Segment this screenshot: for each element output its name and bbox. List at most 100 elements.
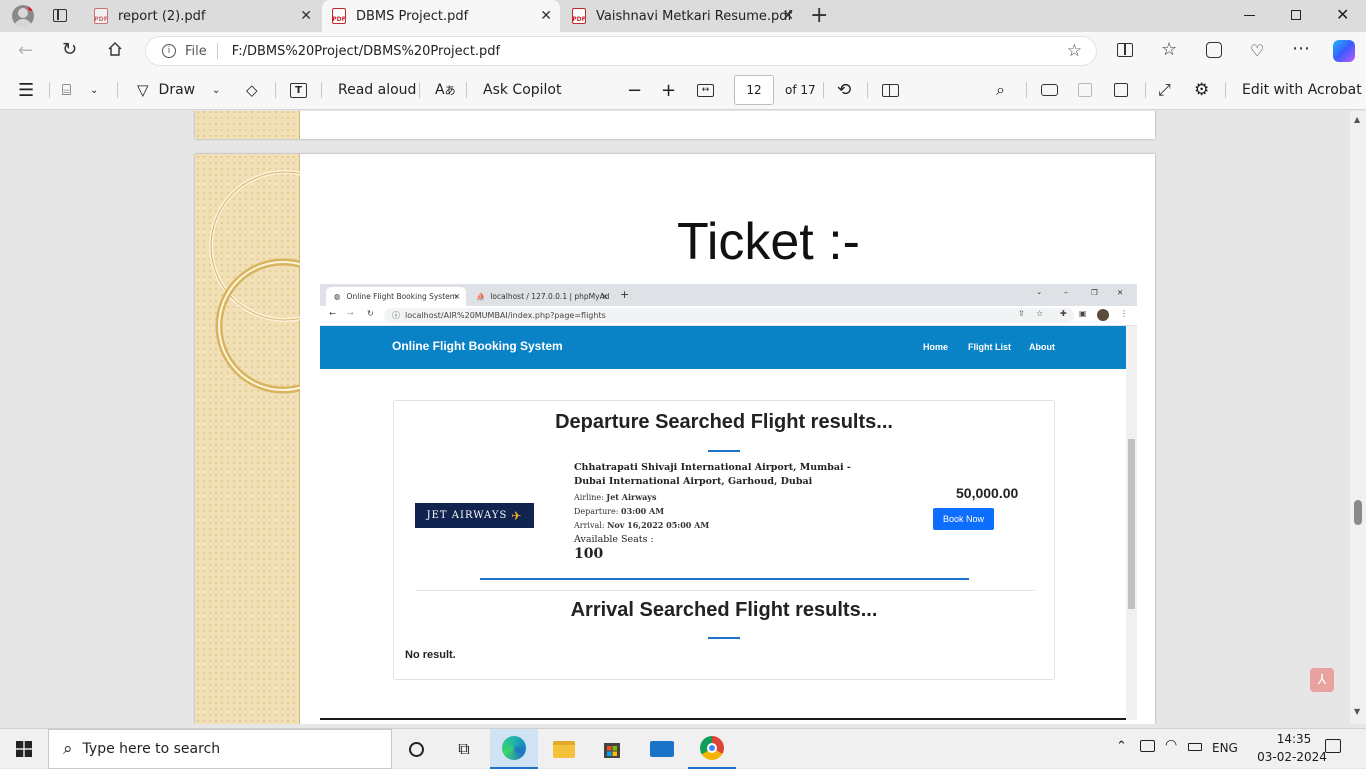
wifi-icon[interactable]: ◠: [1165, 737, 1177, 753]
inner-scrollbar: [1126, 326, 1137, 720]
page-number-input[interactable]: 12: [734, 75, 774, 105]
page-heading: Ticket :-: [677, 213, 860, 271]
file-explorer-icon[interactable]: [540, 729, 588, 769]
page-view-icon[interactable]: [882, 70, 899, 110]
tab-dbms-project-pdf[interactable]: PDF DBMS Project.pdf ✕: [322, 0, 560, 32]
scroll-down-icon[interactable]: ▼: [1354, 707, 1360, 716]
close-icon[interactable]: ✕: [300, 8, 312, 24]
scroll-up-icon[interactable]: ▲: [1354, 115, 1360, 124]
show-hidden-icons[interactable]: ⌃: [1116, 739, 1127, 754]
minimize-button[interactable]: [1244, 15, 1255, 16]
zoom-in-icon[interactable]: +: [661, 70, 676, 110]
restore-button[interactable]: [1291, 10, 1301, 20]
refresh-icon[interactable]: ↻: [62, 39, 77, 60]
back-arrow-icon[interactable]: ←: [18, 40, 33, 61]
task-view-icon[interactable]: ⧉: [440, 729, 488, 769]
fit-width-icon[interactable]: ↔: [697, 70, 714, 110]
acrobat-icon[interactable]: ⅄: [1310, 668, 1334, 692]
edit-with-acrobat-button[interactable]: Edit with Acrobat: [1242, 70, 1362, 110]
info-icon[interactable]: i: [162, 44, 176, 58]
new-tab-button[interactable]: +: [810, 3, 828, 28]
title-underline: [708, 450, 740, 452]
pdf-toolbar: ☰ ⌸ ⌄ ▽ Draw ⌄ ◇ T Read aloud Aあ Ask Cop…: [0, 70, 1366, 110]
search-placeholder: Type here to search: [82, 741, 221, 757]
site-nav-about: About: [1029, 342, 1055, 352]
translate-icon[interactable]: Aあ: [435, 70, 456, 110]
collections-icon[interactable]: [1206, 42, 1222, 58]
inner-tab-title: Online Flight Booking System: [346, 292, 458, 301]
eraser-icon[interactable]: ◇: [246, 70, 258, 110]
search-icon[interactable]: ⌕: [996, 70, 1005, 110]
mail-icon[interactable]: [638, 729, 686, 769]
chrome-taskbar-icon[interactable]: [688, 729, 736, 769]
contents-icon[interactable]: ☰: [18, 70, 34, 110]
tab-actions-icon[interactable]: [53, 9, 67, 22]
restore-icon: ❐: [1091, 288, 1098, 297]
clock-date[interactable]: 03-02-2024: [1252, 750, 1332, 764]
favorite-star-icon[interactable]: ☆: [1067, 41, 1082, 61]
save-as-icon[interactable]: [1114, 70, 1128, 110]
zoom-out-icon[interactable]: −: [627, 70, 642, 110]
pdf-file-icon: PDF: [332, 8, 346, 24]
rotate-icon[interactable]: ⟲: [837, 70, 851, 110]
fullscreen-icon[interactable]: ⤢: [1158, 70, 1171, 110]
address-field[interactable]: i File F:/DBMS%20Project/DBMS%20Project.…: [145, 36, 1097, 66]
favorites-icon[interactable]: ☆: [1161, 39, 1177, 60]
print-icon[interactable]: [1041, 70, 1058, 110]
save-icon[interactable]: [1078, 70, 1092, 110]
text-box-icon[interactable]: T: [290, 70, 307, 110]
inner-tab-active: ◍ Online Flight Booking System ✕: [326, 287, 466, 306]
language-indicator[interactable]: ENG: [1212, 741, 1238, 755]
close-icon[interactable]: ✕: [540, 8, 552, 24]
edge-taskbar-icon[interactable]: [490, 729, 538, 769]
highlight-icon[interactable]: ⌸: [62, 70, 71, 110]
browser-essentials-icon[interactable]: ♡: [1250, 41, 1264, 60]
close-icon[interactable]: ✕: [782, 8, 794, 24]
profile-avatar[interactable]: [12, 5, 34, 27]
url-scheme: File: [185, 43, 207, 59]
notifications-icon[interactable]: [1325, 739, 1341, 753]
browser-tab-bar: PDF report (2).pdf ✕ PDF DBMS Project.pd…: [0, 0, 1366, 32]
copilot-icon[interactable]: [1333, 40, 1355, 62]
tab-title: report (2).pdf: [118, 8, 206, 24]
tab-report-pdf[interactable]: PDF report (2).pdf ✕: [84, 0, 320, 32]
minimize-icon: –: [1064, 288, 1068, 297]
scroll-thumb[interactable]: [1354, 500, 1362, 525]
draw-button[interactable]: ▽ Draw: [137, 70, 195, 110]
more-menu-icon[interactable]: ⋯: [1292, 38, 1310, 59]
departure-time: 03:00 AM: [621, 506, 665, 516]
departure-label: Departure:: [574, 507, 619, 516]
seats-value: 100: [574, 546, 604, 562]
flight-route: Chhatrapati Shivaji International Airpor…: [574, 462, 851, 487]
meet-now-icon[interactable]: [1140, 740, 1155, 752]
viewer-scrollbar[interactable]: ▲ ▼: [1350, 111, 1366, 724]
inner-taskbar-strip: [320, 718, 1126, 720]
taskbar-search-box[interactable]: ⌕ Type here to search: [48, 729, 392, 769]
settings-gear-icon[interactable]: ⚙: [1194, 70, 1209, 110]
flight-price: 50,000.00: [956, 485, 1019, 501]
pdf-file-icon: PDF: [94, 8, 108, 24]
draw-label: Draw: [158, 82, 196, 98]
windows-start-icon[interactable]: [0, 729, 48, 769]
ask-copilot-button[interactable]: Ask Copilot: [483, 70, 562, 110]
close-window-button[interactable]: ✕: [1336, 5, 1349, 24]
embedded-screenshot: ◍ Online Flight Booking System ✕ ⛵ local…: [320, 284, 1137, 720]
clock-time[interactable]: 14:35: [1264, 732, 1324, 746]
pdf-viewer[interactable]: Ticket :- ◍ Online Flight Booking System…: [0, 111, 1350, 724]
cortana-icon[interactable]: [392, 729, 440, 769]
info-icon: ⓘ: [392, 311, 400, 320]
chevron-down-icon[interactable]: ⌄: [212, 70, 220, 110]
site-brand: Online Flight Booking System: [392, 339, 563, 353]
inner-url: localhost/AIR%20MUMBAI/index.php?page=fl…: [405, 311, 606, 320]
home-icon[interactable]: [107, 41, 123, 57]
store-icon[interactable]: [588, 729, 636, 769]
globe-icon: ◍: [334, 292, 341, 301]
jet-airways-logo: JET AIRWAYS ✈: [415, 503, 534, 528]
chevron-down-icon[interactable]: ⌄: [90, 70, 98, 110]
split-screen-icon[interactable]: [1117, 43, 1133, 57]
airline-label: Airline:: [574, 493, 604, 502]
page-decorative-border: [195, 154, 300, 724]
battery-icon[interactable]: [1188, 743, 1202, 751]
read-aloud-button[interactable]: Read aloud: [338, 70, 416, 110]
tab-resume-pdf[interactable]: PDF Vaishnavi Metkari Resume.pdf ✕: [562, 0, 802, 32]
